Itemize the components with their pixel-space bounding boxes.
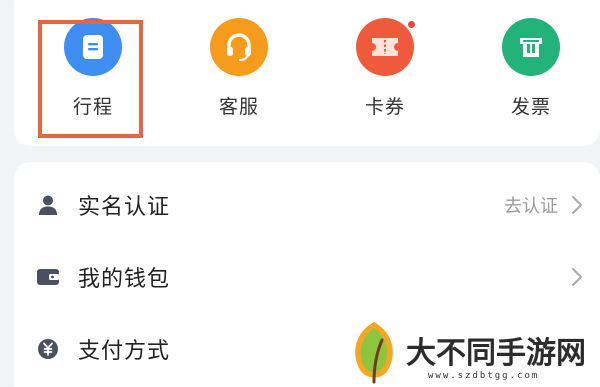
verify-hint: 去认证	[504, 196, 558, 217]
notification-badge	[407, 20, 416, 29]
invoice-icon	[502, 18, 560, 76]
customer-service-button[interactable]: 客服	[184, 18, 294, 122]
wallet-icon	[36, 265, 60, 289]
chevron-right-icon	[572, 196, 582, 214]
menu-item-label: 支付方式	[78, 339, 171, 364]
leaf-logo-icon	[355, 322, 393, 384]
coupons-label: 卡券	[364, 96, 405, 118]
watermark: 大不同手游网 www.szdbtgg.com	[332, 318, 600, 387]
menu-item-label: 实名认证	[78, 195, 171, 220]
itinerary-label: 行程	[72, 96, 113, 118]
customer-service-label: 客服	[218, 96, 259, 118]
person-icon	[36, 193, 60, 217]
chevron-right-icon	[572, 268, 582, 286]
itinerary-icon	[64, 18, 122, 76]
quick-actions-card: 行程 客服 卡券 发票	[14, 0, 600, 146]
watermark-url: www.szdbtgg.com	[428, 371, 540, 381]
menu-item-label: 我的钱包	[78, 267, 171, 292]
watermark-text: 大不同手游网	[406, 336, 586, 371]
itinerary-button[interactable]: 行程	[38, 18, 148, 122]
coupons-button[interactable]: 卡券	[330, 18, 440, 122]
menu-item-real-name[interactable]: 实名认证 去认证	[14, 170, 600, 240]
headset-icon	[210, 18, 268, 76]
coupon-icon	[356, 18, 416, 76]
invoice-button[interactable]: 发票	[476, 18, 586, 122]
yuan-icon	[36, 337, 60, 361]
menu-item-wallet[interactable]: 我的钱包	[14, 242, 600, 312]
invoice-label: 发票	[510, 96, 551, 118]
